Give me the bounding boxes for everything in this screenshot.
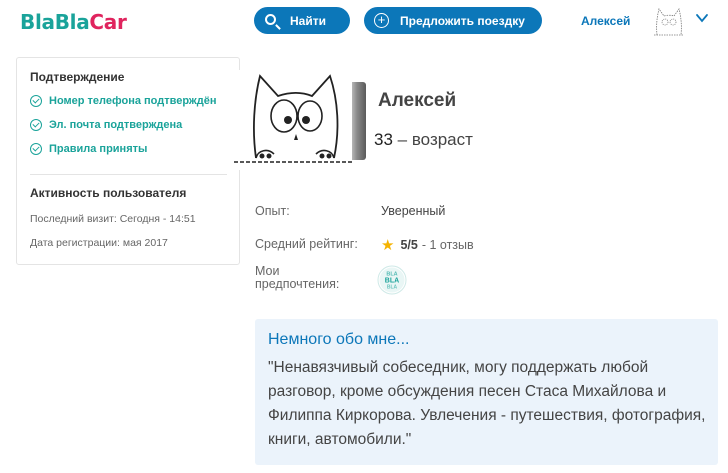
search-icon (264, 13, 280, 29)
card-divider (30, 174, 227, 175)
top-header: BlaBlaCar Найти + Предложить поездку Але… (0, 0, 728, 44)
find-button[interactable]: Найти (254, 7, 350, 34)
activity-title: Активность пользователя (30, 186, 187, 200)
age-suffix: – возраст (397, 130, 473, 149)
offer-ride-button-label: Предложить поездку (400, 13, 525, 28)
about-me-box: Немного обо мне... "Ненавязчивый собесед… (255, 319, 718, 465)
about-me-text: "Ненавязчивый собеседник, могу поддержат… (268, 359, 706, 448)
rating-score: 5/5 (400, 238, 418, 252)
blablacar-logo[interactable]: BlaBlaCar (20, 10, 127, 34)
rating-label: Средний рейтинг: (255, 237, 358, 251)
plus-circle-icon: + (374, 12, 390, 29)
verification-item-phone: Номер телефона подтверждён (30, 95, 216, 107)
verification-item-label: Эл. почта подтверждена (49, 119, 183, 131)
rating-reviews-link[interactable]: - 1 отзыв (422, 238, 474, 252)
rating-value: ★ 5/5 - 1 отзыв (381, 236, 474, 254)
about-me-title: Немного обо мне... (268, 331, 410, 348)
find-button-label: Найти (290, 13, 326, 28)
logo-part-3: Car (89, 10, 127, 34)
check-circle-icon (30, 143, 42, 155)
user-menu-name[interactable]: Алексей (581, 14, 630, 28)
verification-card: Подтверждение Номер телефона подтверждён… (16, 57, 240, 265)
age-number: 33 (374, 130, 393, 149)
verification-title: Подтверждение (30, 70, 125, 84)
chevron-down-icon[interactable] (695, 11, 709, 25)
profile-age: 33 – возраст (374, 130, 473, 150)
user-avatar[interactable] (651, 5, 687, 37)
pref-bla-2: BLA (385, 278, 399, 285)
verification-item-label: Правила приняты (49, 143, 148, 155)
registration-date-text: Дата регистрации: мая 2017 (30, 237, 168, 249)
preferences-label-line2: предпочтения: (255, 277, 340, 291)
profile-name: Алексей (378, 90, 457, 111)
last-visit-text: Последний визит: Сегодня - 14:51 (30, 213, 196, 225)
chattiness-preference-icon[interactable]: BLA BLA BLA (377, 265, 407, 295)
verification-item-rules: Правила приняты (30, 143, 147, 155)
star-icon: ★ (381, 237, 395, 254)
check-circle-icon (30, 119, 42, 131)
logo-part-2: Bla (54, 10, 90, 34)
profile-avatar (234, 70, 366, 170)
logo-part-1: Bla (20, 10, 55, 34)
experience-value: Уверенный (381, 204, 446, 218)
offer-ride-button[interactable]: + Предложить поездку (364, 7, 542, 34)
verification-item-label: Номер телефона подтверждён (49, 95, 217, 107)
experience-label: Опыт: (255, 204, 290, 218)
pref-bla-3: BLA (387, 285, 398, 291)
check-circle-icon (30, 95, 42, 107)
verification-item-email: Эл. почта подтверждена (30, 119, 182, 131)
preferences-label: Мои предпочтения: (255, 265, 339, 291)
